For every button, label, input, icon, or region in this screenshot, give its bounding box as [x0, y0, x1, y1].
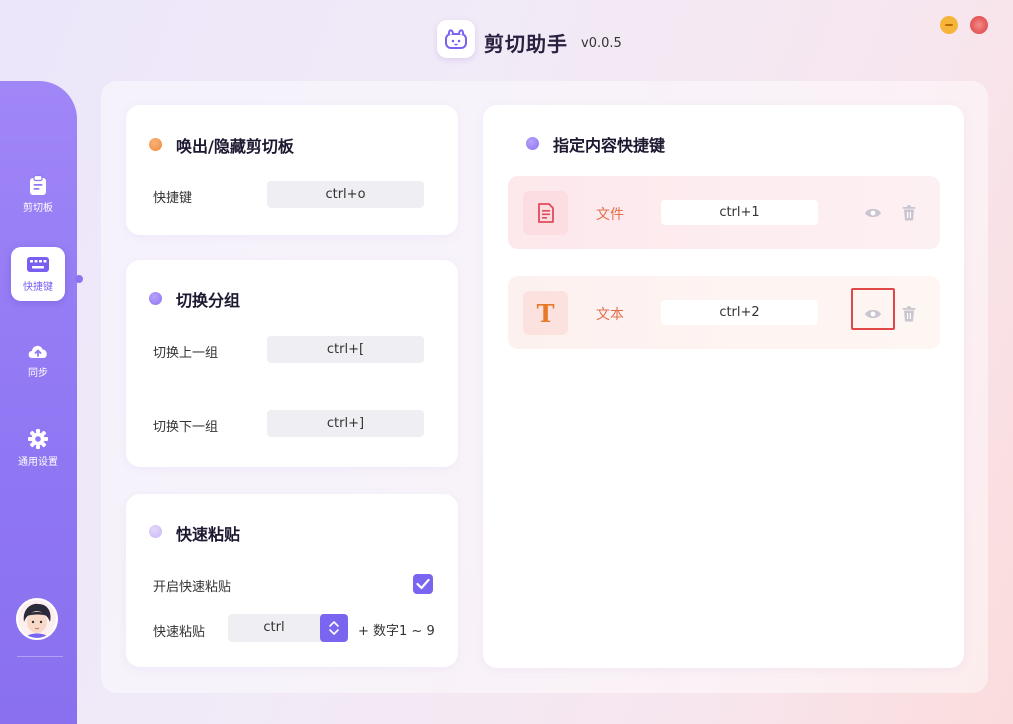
prev-group-label: 切换上一组 [153, 346, 219, 361]
paste-modifier-label: 快速粘贴 [153, 625, 206, 640]
text-shortcut-input[interactable]: ctrl+2 [661, 300, 818, 325]
close-button[interactable] [970, 16, 988, 34]
sidebar-item-general-settings[interactable]: 通用设置 [11, 421, 65, 475]
purple-dot-icon [526, 137, 539, 150]
trash-icon[interactable] [900, 305, 918, 323]
select-arrows-icon[interactable] [320, 614, 348, 642]
orange-dot-icon [149, 138, 162, 151]
next-group-shortcut-input[interactable]: ctrl+] [267, 410, 424, 437]
app-version: v0.0.5 [581, 36, 622, 51]
toggle-clipboard-card: 唤出/隐藏剪切板 快捷键 ctrl+o [126, 105, 458, 235]
sidebar-item-shortcuts[interactable]: 快捷键 [11, 247, 65, 301]
content-row-text: T 文本 ctrl+2 [508, 276, 940, 349]
text-type-icon: T [523, 291, 568, 335]
user-avatar-icon [18, 600, 56, 638]
gear-icon [28, 429, 48, 449]
title-bar: 剪切助手 v0.0.5 [0, 0, 1013, 80]
content-shortcuts-card: 指定内容快捷键 文件 ctrl+1 T 文本 ctrl+2 [483, 105, 964, 668]
paste-modifier-value: ctrl [263, 620, 285, 635]
sidebar: 剪切板 快捷键 同步 通用设置 [0, 81, 77, 724]
purple-dot-icon [149, 292, 162, 305]
prev-group-shortcut-input[interactable]: ctrl+[ [267, 336, 424, 363]
paste-suffix-text: + 数字1 ~ 9 [358, 624, 435, 639]
file-icon [537, 203, 554, 223]
card-title: 唤出/隐藏剪切板 [176, 137, 294, 156]
check-icon [416, 578, 430, 590]
content-type-label: 文件 [596, 207, 624, 223]
eye-icon[interactable] [864, 204, 882, 222]
content-row-file: 文件 ctrl+1 [508, 176, 940, 249]
trash-icon[interactable] [900, 204, 918, 222]
keyboard-icon [27, 257, 49, 272]
sidebar-item-label: 剪切板 [23, 203, 53, 214]
file-type-icon [523, 191, 568, 235]
app-title: 剪切助手 [484, 32, 568, 56]
shortcut-label: 快捷键 [153, 191, 193, 206]
eye-icon[interactable] [864, 305, 882, 323]
card-title: 快速粘贴 [176, 525, 241, 544]
active-indicator-dot [75, 275, 83, 283]
sidebar-divider [17, 656, 63, 657]
content-type-label: 文本 [596, 307, 624, 323]
cloud-upload-icon [28, 345, 47, 358]
sidebar-item-label: 同步 [28, 368, 48, 379]
switch-group-card: 切换分组 切换上一组 ctrl+[ 切换下一组 ctrl+] [126, 260, 458, 467]
enable-quick-paste-label: 开启快速粘贴 [153, 580, 232, 595]
avatar[interactable] [16, 598, 58, 640]
paste-modifier-select[interactable]: ctrl [228, 614, 348, 642]
enable-quick-paste-checkbox[interactable] [413, 574, 433, 594]
sidebar-item-sync[interactable]: 同步 [11, 333, 65, 387]
light-purple-dot-icon [149, 525, 162, 538]
text-icon: T [536, 298, 555, 328]
file-shortcut-input[interactable]: ctrl+1 [661, 200, 818, 225]
app-logo-icon [445, 29, 467, 49]
sidebar-item-label: 快捷键 [23, 282, 53, 293]
sidebar-item-label: 通用设置 [18, 457, 58, 468]
card-title: 指定内容快捷键 [553, 136, 666, 155]
app-logo [437, 20, 475, 58]
minimize-button[interactable] [940, 16, 958, 34]
quick-paste-card: 快速粘贴 开启快速粘贴 快速粘贴 ctrl + 数字1 ~ 9 [126, 494, 458, 667]
sidebar-item-clipboard[interactable]: 剪切板 [11, 167, 65, 221]
card-title: 切换分组 [176, 291, 241, 310]
clipboard-icon [30, 174, 46, 195]
next-group-label: 切换下一组 [153, 420, 219, 435]
toggle-clipboard-shortcut-input[interactable]: ctrl+o [267, 181, 424, 208]
